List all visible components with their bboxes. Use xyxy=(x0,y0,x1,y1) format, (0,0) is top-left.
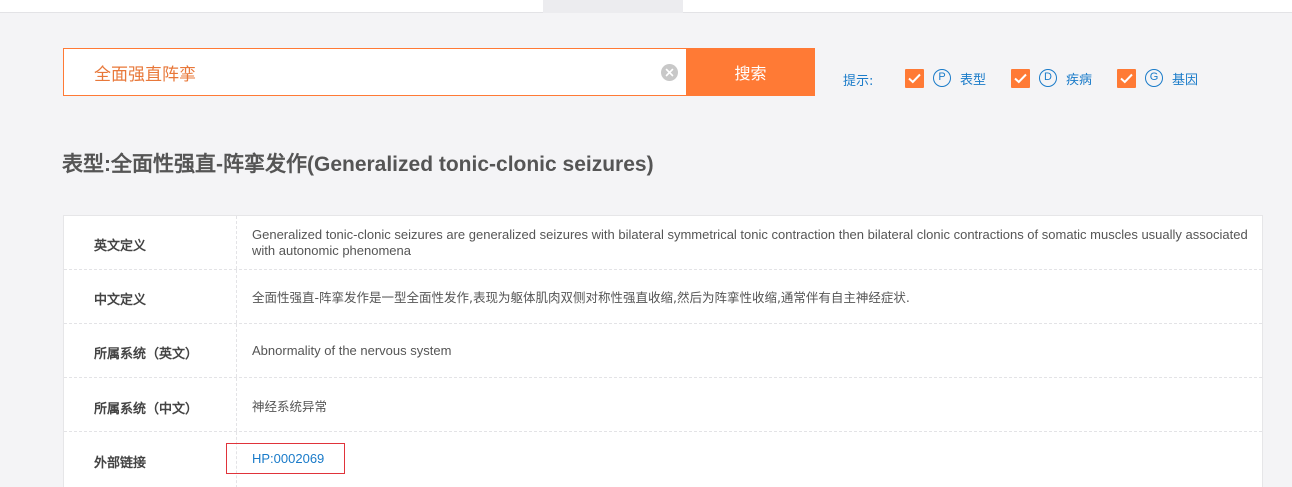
row-label: 所属系统（中文） xyxy=(94,402,199,417)
hpo-external-link[interactable]: HP:0002069 xyxy=(226,443,345,474)
active-nav-tab[interactable] xyxy=(543,0,683,13)
row-label: 英文定义 xyxy=(94,239,147,254)
column-divider xyxy=(236,216,237,269)
row-label: 外部链接 xyxy=(94,456,147,471)
detail-row-system-cn: 所属系统（中文） 神经系统异常 xyxy=(64,378,1262,432)
row-value: Abnormality of the nervous system xyxy=(252,343,452,358)
clear-icon[interactable] xyxy=(661,64,678,81)
gene-letter-icon: G xyxy=(1145,69,1163,87)
detail-row-system-en: 所属系统（英文） Abnormality of the nervous syst… xyxy=(64,324,1262,378)
checkbox-checked-icon[interactable] xyxy=(1011,68,1030,88)
page-title: 表型:全面性强直-阵挛发作(Generalized tonic-clonic s… xyxy=(62,153,654,176)
checkbox-checked-icon[interactable] xyxy=(1117,68,1136,88)
top-nav-bar xyxy=(0,0,1292,13)
row-value: 神经系统异常 xyxy=(252,399,328,414)
row-value: 全面性强直-阵挛发作是一型全面性发作,表现为躯体肌肉双侧对称性强直收缩,然后为阵… xyxy=(252,290,910,305)
detail-row-external-link: 外部链接 HP:0002069 xyxy=(64,432,1262,487)
search-box xyxy=(63,48,687,96)
row-label: 中文定义 xyxy=(94,293,147,308)
search-button[interactable]: 搜索 xyxy=(686,48,815,96)
filter-gene[interactable]: G 基因 xyxy=(1117,68,1198,88)
filter-label-phenotype: 表型 xyxy=(960,72,987,88)
column-divider xyxy=(236,378,237,431)
detail-table: 英文定义 Generalized tonic-clonic seizures a… xyxy=(63,215,1263,487)
filter-disease[interactable]: D 疾病 xyxy=(1011,68,1092,88)
hint-label: 提示: xyxy=(843,74,874,89)
row-label: 所属系统（英文） xyxy=(94,347,199,362)
column-divider xyxy=(236,324,237,377)
column-divider xyxy=(236,270,237,323)
disease-letter-icon: D xyxy=(1039,69,1057,87)
phenotype-letter-icon: P xyxy=(933,69,951,87)
detail-row-english-definition: 英文定义 Generalized tonic-clonic seizures a… xyxy=(64,216,1262,270)
filter-phenotype[interactable]: P 表型 xyxy=(905,68,986,88)
detail-row-chinese-definition: 中文定义 全面性强直-阵挛发作是一型全面性发作,表现为躯体肌肉双侧对称性强直收缩… xyxy=(64,270,1262,324)
filter-label-gene: 基因 xyxy=(1172,72,1199,88)
checkbox-checked-icon[interactable] xyxy=(905,68,924,88)
filter-label-disease: 疾病 xyxy=(1066,72,1093,88)
search-input[interactable] xyxy=(94,49,654,95)
row-value: Generalized tonic-clonic seizures are ge… xyxy=(252,227,1248,258)
